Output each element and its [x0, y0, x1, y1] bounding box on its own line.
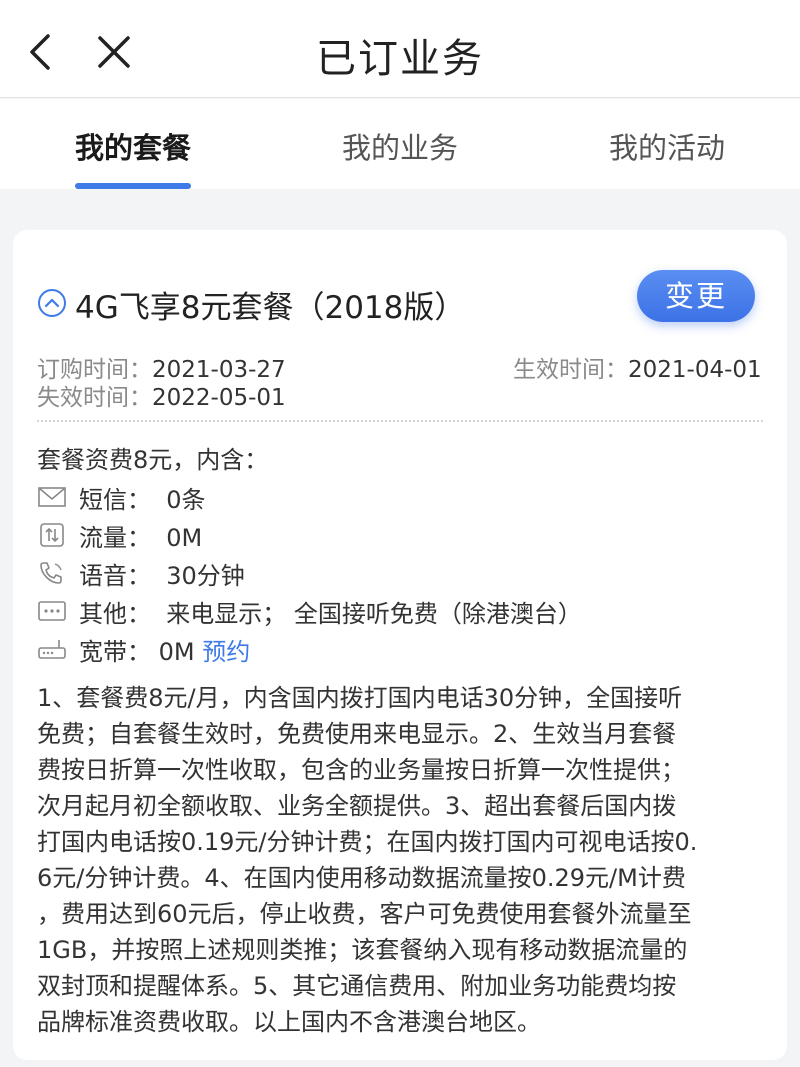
tab-my-activities[interactable]: 我的活动 [609, 125, 725, 167]
top-nav-bar: 已订业务 [0, 0, 800, 98]
description-line: 免费；自套餐生效时，免费使用来电显示。2、生效当月套餐 [37, 720, 677, 748]
expire-time-label: 失效时间： [37, 385, 152, 411]
description-line: 双封顶和提醒体系。5、其它通信费用、附加业务功能费均按 [37, 972, 677, 1000]
other-value: 来电显示； 全国接听免费（除港澳台） [166, 600, 582, 628]
effective-time-label: 生效时间： [513, 357, 628, 383]
data-transfer-icon [40, 523, 64, 547]
active-tab-indicator [75, 183, 191, 189]
tab-bar: 我的套餐 我的业务 我的活动 [0, 99, 800, 189]
description-line: 次月起月初全额收取、业务全额提供。3、超出套餐后国内拨 [37, 792, 677, 820]
plan-name: 4G飞享8元套餐（2018版） [75, 290, 466, 326]
description-line: 1GB，并按照上述规则类推；该套餐纳入现有移动数据流量的 [37, 936, 688, 964]
broadband-value: 0M [158, 638, 195, 666]
description-line: 品牌标准资费收取。以上国内不含港澳台地区。 [37, 1008, 541, 1036]
expire-time-value: 2022-05-01 [152, 385, 286, 411]
page-title: 已订业务 [316, 36, 484, 82]
voice-value: 30分钟 [166, 562, 245, 590]
tab-my-plan[interactable]: 我的套餐 [75, 125, 191, 167]
change-plan-button[interactable]: 变更 [637, 270, 755, 322]
dotted-divider [37, 420, 763, 422]
phone-icon [40, 562, 62, 584]
envelope-icon [38, 487, 66, 507]
tab-my-services[interactable]: 我的业务 [342, 125, 458, 167]
voice-label: 语音： [79, 562, 151, 590]
chevron-up-circle-icon[interactable] [37, 288, 67, 318]
broadband-label: 宽带： [79, 638, 151, 666]
router-icon [38, 640, 66, 659]
description-line: ，费用达到60元后，停止收费，客户可免费使用套餐外流量至 [37, 900, 692, 928]
description-line: 费按日折算一次性收取，包含的业务量按日折算一次性提供； [37, 756, 685, 784]
expire-time: 失效时间：2022-05-01 [37, 378, 286, 412]
effective-time-value: 2021-04-01 [628, 357, 762, 383]
more-dots-icon [38, 601, 66, 621]
description-line: 6元/分钟计费。4、在国内使用移动数据流量按0.29元/M计费 [37, 864, 686, 892]
sms-label: 短信： [79, 486, 151, 514]
reserve-broadband-link[interactable]: 预约 [202, 638, 250, 666]
description-line: 打国内电话按0.19元/分钟计费；在国内拨打国内可视电话按0. [37, 828, 698, 856]
effective-time: 生效时间：2021-04-01 [513, 350, 762, 384]
other-label: 其他： [79, 600, 151, 628]
data-label: 流量： [79, 524, 151, 552]
plan-card: 4G飞享8元套餐（2018版） 变更 订购时间：2021-03-27 生效时间：… [13, 230, 787, 1060]
data-value: 0M [166, 524, 203, 552]
includes-title: 套餐资费8元，内含： [37, 446, 269, 474]
sms-value: 0条 [166, 486, 206, 514]
plan-description: 1、套餐费8元/月，内含国内拨打国内电话30分钟，全国接听 免费；自套餐生效时，… [37, 680, 767, 1040]
description-line: 1、套餐费8元/月，内含国内拨打国内电话30分钟，全国接听 [37, 684, 683, 712]
